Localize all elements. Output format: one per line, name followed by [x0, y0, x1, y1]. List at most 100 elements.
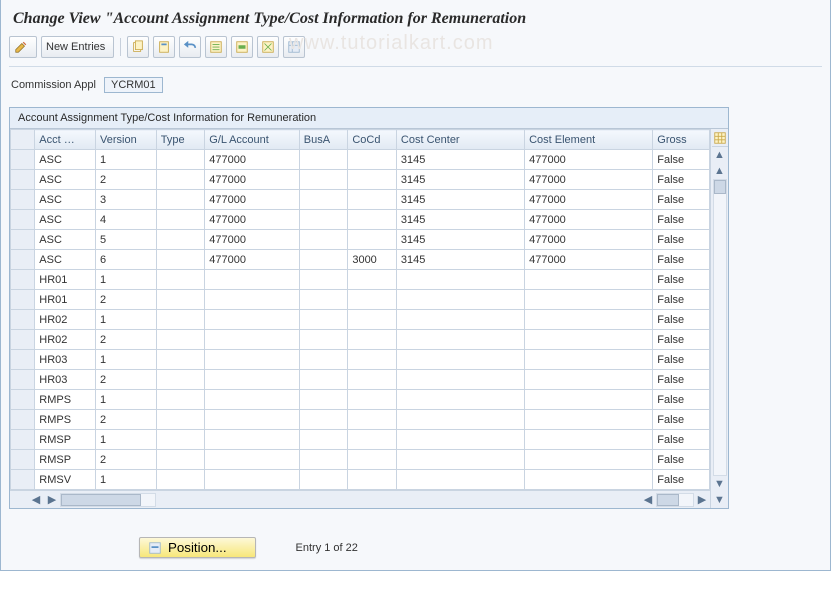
cell-gl[interactable]: [205, 410, 299, 430]
cell-cocd[interactable]: [348, 190, 397, 210]
cell-type[interactable]: [156, 290, 205, 310]
cell-gl[interactable]: 477000: [205, 170, 299, 190]
cell-cocd[interactable]: [348, 450, 397, 470]
cell-ce[interactable]: 477000: [525, 150, 653, 170]
table-row[interactable]: ASC44770003145477000False: [11, 210, 710, 230]
cell-cocd[interactable]: [348, 170, 397, 190]
corner-cell[interactable]: [11, 130, 35, 150]
row-selector[interactable]: [11, 190, 35, 210]
cell-ce[interactable]: [525, 470, 653, 490]
scroll-down2-icon[interactable]: ▼: [712, 492, 728, 508]
row-selector[interactable]: [11, 250, 35, 270]
cell-ce[interactable]: [525, 270, 653, 290]
cell-version[interactable]: 1: [96, 310, 157, 330]
cell-version[interactable]: 1: [96, 390, 157, 410]
cell-cocd[interactable]: [348, 370, 397, 390]
cell-gl[interactable]: [205, 330, 299, 350]
row-selector[interactable]: [11, 370, 35, 390]
cell-type[interactable]: [156, 150, 205, 170]
col-acct[interactable]: Acct …: [35, 130, 96, 150]
cell-cocd[interactable]: 3000: [348, 250, 397, 270]
cell-acct[interactable]: RMPS: [35, 410, 96, 430]
cell-gross[interactable]: False: [653, 290, 710, 310]
cell-busa[interactable]: [299, 350, 348, 370]
row-selector[interactable]: [11, 350, 35, 370]
cell-acct[interactable]: HR02: [35, 330, 96, 350]
cell-gl[interactable]: 477000: [205, 230, 299, 250]
cell-acct[interactable]: ASC: [35, 170, 96, 190]
cell-gl[interactable]: 477000: [205, 250, 299, 270]
cell-gross[interactable]: False: [653, 350, 710, 370]
cell-ce[interactable]: [525, 450, 653, 470]
cell-cc[interactable]: [396, 290, 524, 310]
cell-gl[interactable]: [205, 310, 299, 330]
table-row[interactable]: HR012False: [11, 290, 710, 310]
row-selector[interactable]: [11, 310, 35, 330]
cell-type[interactable]: [156, 410, 205, 430]
cell-acct[interactable]: ASC: [35, 210, 96, 230]
cell-gl[interactable]: [205, 350, 299, 370]
cell-busa[interactable]: [299, 270, 348, 290]
cell-busa[interactable]: [299, 410, 348, 430]
cell-ce[interactable]: [525, 370, 653, 390]
cell-cocd[interactable]: [348, 350, 397, 370]
table-settings-button[interactable]: [712, 129, 728, 147]
cell-gross[interactable]: False: [653, 230, 710, 250]
cell-cocd[interactable]: [348, 270, 397, 290]
cell-cc[interactable]: 3145: [396, 170, 524, 190]
cell-gross[interactable]: False: [653, 210, 710, 230]
cell-cc[interactable]: 3145: [396, 230, 524, 250]
scroll-down-icon[interactable]: ▼: [712, 476, 728, 492]
scroll-up2-icon[interactable]: ▲: [712, 163, 728, 179]
cell-gl[interactable]: [205, 390, 299, 410]
col-cost-element[interactable]: Cost Element: [525, 130, 653, 150]
table-row[interactable]: HR011False: [11, 270, 710, 290]
cell-busa[interactable]: [299, 430, 348, 450]
table-row[interactable]: ASC647700030003145477000False: [11, 250, 710, 270]
cell-cc[interactable]: [396, 390, 524, 410]
cell-ce[interactable]: [525, 390, 653, 410]
table-row[interactable]: HR031 False: [11, 350, 710, 370]
table-row[interactable]: HR032False: [11, 370, 710, 390]
cell-acct[interactable]: HR01: [35, 290, 96, 310]
cell-gl[interactable]: [205, 450, 299, 470]
cell-version[interactable]: 2: [96, 410, 157, 430]
cell-version[interactable]: 1: [96, 350, 157, 370]
cell-cc[interactable]: [396, 370, 524, 390]
table-row[interactable]: ASC34770003145477000False: [11, 190, 710, 210]
cell-gross[interactable]: False: [653, 390, 710, 410]
cell-gl[interactable]: 477000: [205, 190, 299, 210]
undo-change-button[interactable]: [179, 36, 201, 58]
position-button[interactable]: Position...: [139, 537, 256, 558]
cell-busa[interactable]: [299, 330, 348, 350]
cell-gross[interactable]: False: [653, 430, 710, 450]
cell-cocd[interactable]: [348, 390, 397, 410]
table-row[interactable]: ASC24770003145477000False: [11, 170, 710, 190]
col-version[interactable]: Version: [96, 130, 157, 150]
row-selector[interactable]: [11, 150, 35, 170]
col-type[interactable]: Type: [156, 130, 205, 150]
cell-ce[interactable]: [525, 410, 653, 430]
cell-version[interactable]: 2: [96, 370, 157, 390]
col-gl-account[interactable]: G/L Account: [205, 130, 299, 150]
cell-acct[interactable]: HR03: [35, 350, 96, 370]
cell-version[interactable]: 2: [96, 170, 157, 190]
cell-type[interactable]: [156, 230, 205, 250]
cell-busa[interactable]: [299, 470, 348, 490]
cell-gross[interactable]: False: [653, 250, 710, 270]
col-cost-center[interactable]: Cost Center: [396, 130, 524, 150]
cell-type[interactable]: [156, 250, 205, 270]
cell-gross[interactable]: False: [653, 270, 710, 290]
cell-type[interactable]: [156, 170, 205, 190]
cell-cc[interactable]: [396, 450, 524, 470]
cell-version[interactable]: 4: [96, 210, 157, 230]
cell-cc[interactable]: 3145: [396, 150, 524, 170]
cell-version[interactable]: 5: [96, 230, 157, 250]
horizontal-scrollbar[interactable]: ◀ ▶ ◀ ▶: [10, 490, 710, 508]
cell-gross[interactable]: False: [653, 310, 710, 330]
row-selector[interactable]: [11, 270, 35, 290]
table-row[interactable]: HR022False: [11, 330, 710, 350]
cell-ce[interactable]: [525, 430, 653, 450]
cell-acct[interactable]: ASC: [35, 150, 96, 170]
cell-busa[interactable]: [299, 250, 348, 270]
